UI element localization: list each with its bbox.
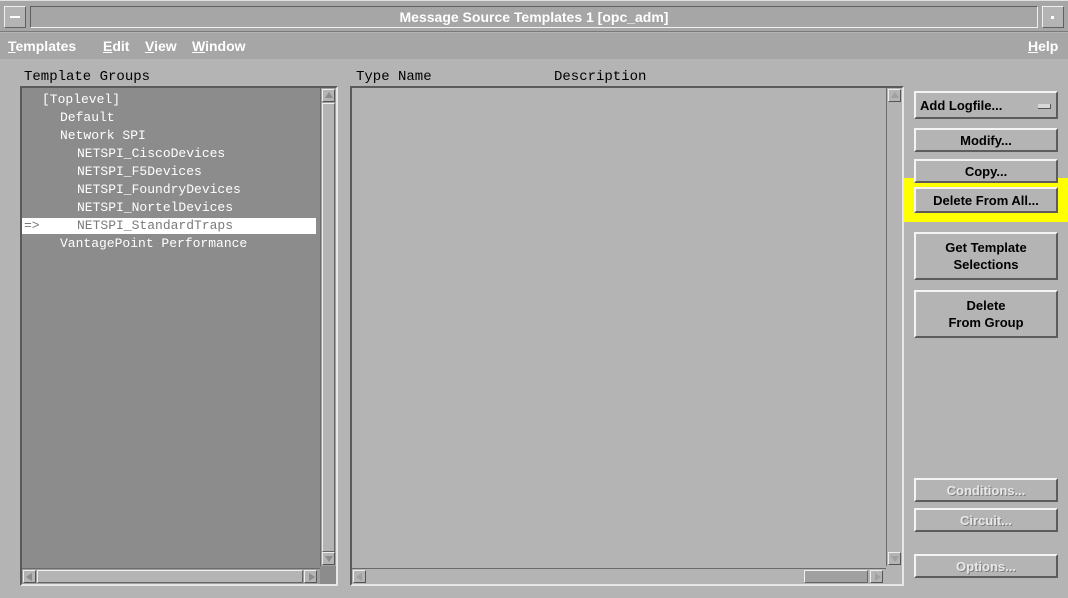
tree-item-netspi-ciscodevices[interactable]: NETSPI_CiscoDevices (77, 146, 225, 161)
window-menu-button[interactable] (4, 6, 26, 28)
option-menu-indicator-icon (1038, 104, 1051, 109)
menu-edit[interactable]: Edit (103, 38, 129, 54)
menu-templates[interactable]: Templates (8, 38, 76, 54)
delete-from-group-button[interactable]: Delete From Group (914, 290, 1058, 338)
template-groups-header: Template Groups (24, 69, 151, 85)
selected-row[interactable]: => NETSPI_StandardTraps (22, 218, 316, 234)
copy-button[interactable]: Copy... (914, 159, 1058, 183)
delete-from-group-line1: Delete (966, 298, 1006, 313)
modify-button[interactable]: Modify... (914, 128, 1058, 152)
minimize-button[interactable] (1042, 6, 1064, 28)
options-button[interactable]: Options... (914, 554, 1058, 578)
circuit-button[interactable]: Circuit... (914, 508, 1058, 532)
menu-help[interactable]: Help (1028, 38, 1058, 54)
scroll-left-arrow-icon[interactable] (23, 570, 36, 583)
list-vertical-scrollbar[interactable] (886, 88, 902, 566)
get-template-selections-button[interactable]: Get Template Selections (914, 232, 1058, 280)
scroll-right-arrow-icon[interactable] (870, 570, 883, 583)
menu-bar: Templates Edit View Window Help (0, 33, 1068, 59)
tree-item-netspi-f5devices[interactable]: NETSPI_F5Devices (77, 164, 202, 179)
scroll-left-arrow-icon[interactable] (353, 570, 366, 583)
tree-item-network-spi[interactable]: Network SPI (60, 128, 146, 143)
groups-vscroll-thumb[interactable] (322, 103, 335, 552)
selection-marker: => (24, 218, 40, 233)
tree-item-toplevel[interactable]: [Toplevel] (42, 92, 120, 107)
type-name-header: Type Name (356, 69, 432, 85)
list-hscroll-thumb[interactable] (804, 570, 868, 583)
scroll-up-arrow-icon[interactable] (888, 89, 901, 102)
minimize-icon (1051, 16, 1054, 19)
window-title: Message Source Templates 1 [opc_adm] (30, 6, 1038, 28)
delete-from-all-button[interactable]: Delete From All... (914, 187, 1058, 213)
tree-item-netspi-foundrydevices[interactable]: NETSPI_FoundryDevices (77, 182, 241, 197)
list-horizontal-scrollbar[interactable] (352, 568, 886, 584)
tree-item-netspi-standardtraps: NETSPI_StandardTraps (77, 218, 234, 233)
groups-hscroll-thumb[interactable] (37, 570, 303, 583)
template-list[interactable] (350, 86, 904, 586)
description-header: Description (554, 69, 647, 85)
scroll-up-arrow-icon[interactable] (322, 89, 335, 102)
scroll-down-arrow-icon[interactable] (888, 552, 901, 565)
delete-from-group-line2: From Group (948, 315, 1024, 330)
conditions-button[interactable]: Conditions... (914, 478, 1058, 502)
groups-horizontal-scrollbar[interactable] (22, 568, 320, 584)
menu-window[interactable]: Window (192, 38, 246, 54)
add-logfile-option-menu[interactable]: Add Logfile... (914, 91, 1058, 119)
groups-vertical-scrollbar[interactable] (320, 88, 336, 566)
get-template-selections-line2: Selections (953, 257, 1019, 272)
scroll-down-arrow-icon[interactable] (322, 552, 335, 565)
minus-icon (10, 16, 20, 18)
get-template-selections-line1: Get Template (945, 240, 1027, 255)
add-logfile-label: Add Logfile... (920, 97, 1003, 113)
tree-item-default[interactable]: Default (60, 110, 115, 125)
tree-item-vantagepoint-performance[interactable]: VantagePoint Performance (60, 236, 247, 251)
template-groups-list[interactable]: [Toplevel] Default Network SPI NETSPI_Ci… (20, 86, 338, 586)
title-bar: Message Source Templates 1 [opc_adm] (0, 0, 1068, 32)
menu-view[interactable]: View (145, 38, 177, 54)
tree-item-netspi-norteldevices[interactable]: NETSPI_NortelDevices (77, 200, 233, 215)
scroll-right-arrow-icon[interactable] (304, 570, 317, 583)
